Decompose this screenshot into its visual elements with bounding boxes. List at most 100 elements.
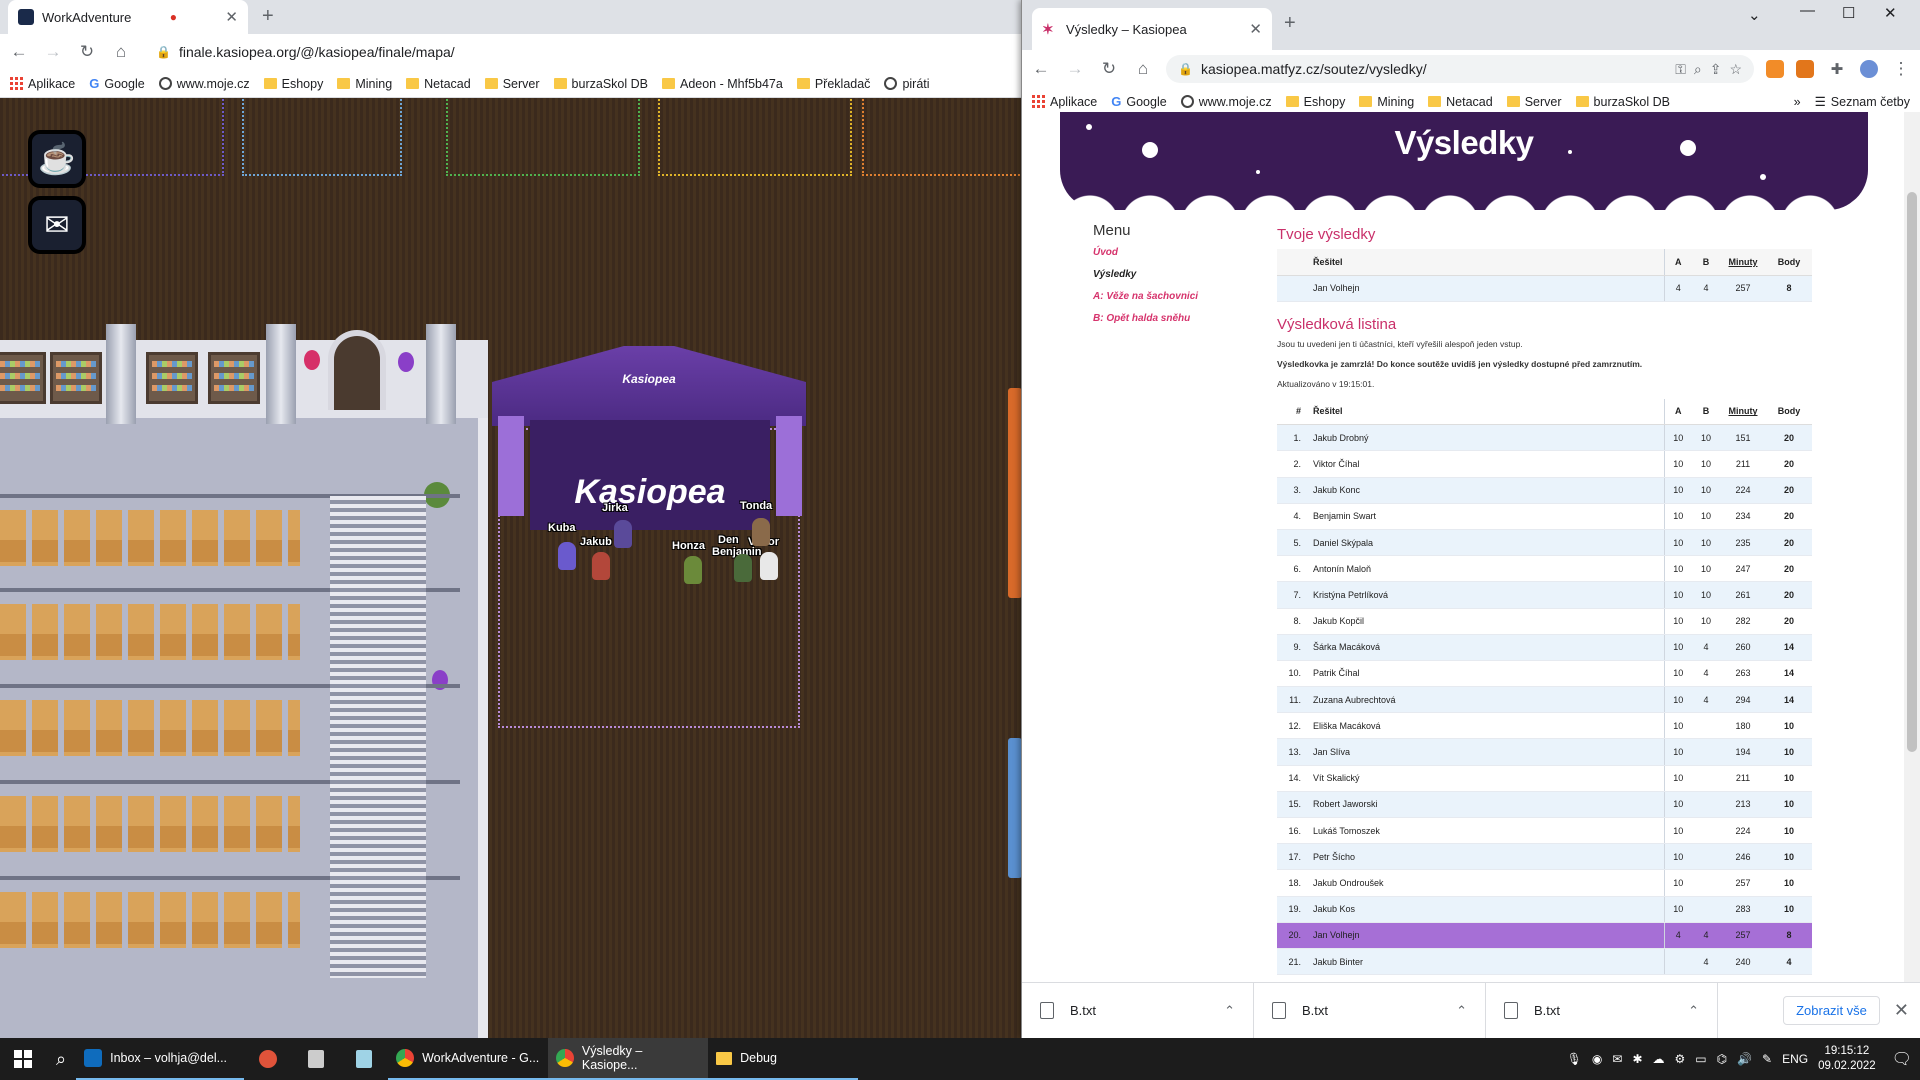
bookmark-item[interactable]: Eshopy (1285, 95, 1345, 109)
tab-search-chevron-icon[interactable]: ⌄ (1748, 6, 1761, 24)
slack-icon[interactable]: ✱ (1632, 1052, 1642, 1066)
bookmark-item[interactable]: burzaSkol DB (553, 77, 648, 91)
bookmark-item[interactable]: Server (1506, 94, 1562, 109)
bookmark-item[interactable]: Netacad (406, 77, 471, 91)
start-button[interactable] (0, 1038, 46, 1080)
taskbar-app-workadventure[interactable]: WorkAdventure - G... (388, 1038, 549, 1080)
close-download-bar-icon[interactable]: ✕ (1894, 1000, 1909, 1021)
avatar-honza[interactable] (684, 556, 702, 584)
show-all-downloads-button[interactable]: Zobrazit vše (1783, 996, 1880, 1025)
bookmark-item[interactable]: Netacad (1428, 95, 1493, 109)
discord-icon[interactable]: ◉ (1592, 1052, 1602, 1066)
browser-menu-icon[interactable]: ⋮ (1890, 59, 1912, 79)
chevron-up-icon[interactable]: ⌃ (1224, 1003, 1235, 1019)
bookmark-star-icon[interactable]: ☆ (1729, 61, 1742, 78)
taskbar-app-vysledky[interactable]: Výsledky – Kasiope... (548, 1038, 709, 1080)
metamask-icon[interactable] (1796, 60, 1814, 78)
steam-icon[interactable]: ⚙ (1675, 1052, 1686, 1066)
calculator-icon (308, 1050, 325, 1068)
menu-item-task-b[interactable]: B: Opět halda sněhu (1093, 313, 1263, 324)
home-icon[interactable]: ⌂ (1132, 59, 1154, 79)
new-tab-button[interactable]: + (262, 5, 274, 28)
avatar-jakub[interactable] (592, 552, 610, 580)
taskbar-app-notes[interactable] (340, 1038, 388, 1080)
avatar-viktor[interactable] (760, 552, 778, 580)
taskbar-app-debug[interactable]: Debug (708, 1038, 859, 1080)
forward-arrow-icon[interactable]: → (1064, 59, 1086, 79)
volume-icon[interactable]: 🔊 (1737, 1052, 1752, 1066)
mail-button[interactable]: ✉ (28, 196, 86, 254)
extensions-puzzle-icon[interactable]: ✚ (1826, 60, 1848, 78)
outlook-tray-icon[interactable]: ✉ (1612, 1052, 1622, 1066)
key-icon[interactable]: ⚿ (1675, 61, 1686, 78)
bookmark-item[interactable]: G Google (1111, 94, 1166, 109)
back-arrow-icon[interactable]: ← (8, 42, 30, 62)
reload-icon[interactable]: ↻ (1098, 59, 1120, 79)
bookmark-item[interactable]: piráti (884, 77, 930, 91)
bookmark-label: Server (1524, 94, 1562, 109)
onedrive-icon[interactable]: ☁ (1653, 1052, 1665, 1066)
avatar-jirka[interactable] (614, 520, 632, 548)
forward-arrow-icon[interactable]: → (42, 42, 64, 62)
taskbar-app[interactable] (244, 1038, 292, 1080)
page-scrollbar[interactable] (1904, 112, 1920, 982)
more-bookmarks-button[interactable]: » (1794, 95, 1801, 109)
clock[interactable]: 19:15:12 09.02.2022 (1818, 1044, 1876, 1074)
maximize-icon[interactable]: ☐ (1842, 4, 1855, 22)
bookmark-item[interactable]: www.moje.cz (158, 77, 250, 91)
language-indicator[interactable]: ENG (1782, 1052, 1808, 1066)
bookmark-item[interactable]: G Google (89, 76, 144, 91)
avatar-den[interactable] (734, 554, 752, 582)
google-icon: G (89, 76, 100, 91)
bookmark-item[interactable]: Server (484, 77, 540, 91)
reading-list-button[interactable]: ☰ Seznam četby (1815, 94, 1910, 110)
scrollbar-thumb[interactable] (1907, 192, 1917, 752)
menu-item-task-a[interactable]: A: Věže na šachovnici (1093, 291, 1263, 302)
home-icon[interactable]: ⌂ (110, 42, 132, 62)
tab-workadventure[interactable]: WorkAdventure ● ✕ (8, 0, 248, 34)
network-icon[interactable]: ⌬ (1717, 1052, 1727, 1066)
extension-icon[interactable] (1766, 60, 1784, 78)
window-close-icon[interactable]: ✕ (1884, 4, 1897, 22)
back-arrow-icon[interactable]: ← (1030, 59, 1052, 79)
tab-vysledky[interactable]: ✶ Výsledky – Kasiopea ✕ (1032, 8, 1272, 50)
download-item[interactable]: B.txt ⌃ (1486, 982, 1718, 1038)
bookmark-item[interactable]: burzaSkol DB (1575, 95, 1670, 109)
address-bar[interactable]: 🔒 finale.kasiopea.org/@/kasiopea/finale/… (144, 38, 1014, 66)
search-button[interactable]: ⌕ (46, 1038, 76, 1080)
bookmark-item[interactable]: Mining (337, 77, 392, 91)
minimize-icon[interactable]: — (1800, 2, 1815, 19)
bookmark-item[interactable]: www.moje.cz (1180, 95, 1272, 109)
new-tab-button[interactable]: + (1284, 12, 1296, 35)
close-tab-icon[interactable]: ✕ (225, 8, 238, 26)
download-item[interactable]: B.txt ⌃ (1254, 982, 1486, 1038)
bookmark-item[interactable]: Překladač (796, 77, 870, 91)
bookmark-item[interactable]: Eshopy (263, 77, 323, 91)
notifications-icon[interactable]: 🗨 (1892, 1049, 1912, 1069)
bookmark-item[interactable]: Mining (1359, 95, 1414, 109)
menu-item-uvod[interactable]: Úvod (1093, 247, 1263, 258)
reload-icon[interactable]: ↻ (76, 42, 98, 62)
chevron-up-icon[interactable]: ⌃ (1688, 1003, 1699, 1019)
bookmark-item[interactable]: Aplikace (10, 77, 75, 91)
workadventure-map[interactable]: ☕ ✉ Kasiopea Kasiopea Kuba Jirka Jakub T… (0, 98, 1022, 1038)
zoom-icon[interactable]: ⌕ (1694, 61, 1702, 78)
chevron-up-icon[interactable]: ⌃ (1456, 1003, 1467, 1019)
microphone-icon[interactable]: 🎙 (1567, 1052, 1582, 1066)
leaderboard-note: Jsou tu uvedeni jen ti účastníci, kteří … (1277, 338, 1523, 349)
avatar-kuba[interactable] (558, 542, 576, 570)
close-tab-icon[interactable]: ✕ (1249, 20, 1262, 38)
battery-icon[interactable]: ▭ (1695, 1052, 1706, 1066)
address-bar[interactable]: 🔒 kasiopea.matfyz.cz/soutez/vysledky/ ⚿ … (1166, 55, 1754, 83)
taskbar-app-calculator[interactable] (292, 1038, 340, 1080)
download-item[interactable]: B.txt ⌃ (1022, 982, 1254, 1038)
bookmark-item[interactable]: Adeon - Mhf5b47a (661, 77, 783, 91)
coffee-button[interactable]: ☕ (28, 130, 86, 188)
bookmark-item[interactable]: Aplikace (1032, 95, 1097, 109)
taskbar-app-outlook[interactable]: Inbox – volhja@del... (76, 1038, 245, 1080)
pen-icon[interactable]: ✎ (1762, 1052, 1772, 1066)
share-icon[interactable]: ⇪ (1710, 61, 1722, 78)
profile-avatar[interactable] (1860, 60, 1878, 78)
menu-item-vysledky[interactable]: Výsledky (1093, 269, 1263, 280)
avatar-tonda[interactable] (752, 518, 770, 546)
